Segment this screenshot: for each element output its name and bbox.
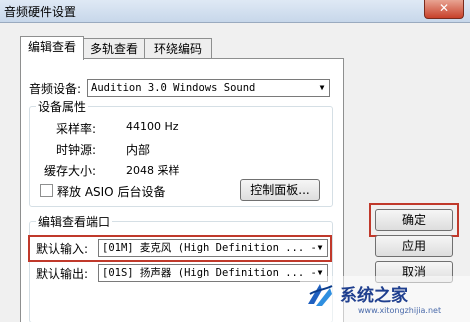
audio-device-select[interactable]: Audition 3.0 Windows Sound ▼ <box>87 79 330 97</box>
clock-source-label: 时钟源: <box>56 143 97 157</box>
control-panel-button-label: 控制面板... <box>250 183 310 197</box>
release-asio-checkbox[interactable] <box>40 184 53 197</box>
tab-page-edit-view: 音频设备: Audition 3.0 Windows Sound ▼ 设备属性 … <box>20 58 344 322</box>
watermark-url: www.xitongzhijia.net <box>358 306 442 315</box>
tab-surround-encoding[interactable]: 环绕编码 <box>144 38 212 59</box>
close-button[interactable]: ✕ <box>424 0 464 19</box>
apply-button-label: 应用 <box>401 239 426 253</box>
audio-device-label: 音频设备: <box>29 82 82 96</box>
site-watermark: 系统之家 www.xitongzhijia.net <box>300 276 470 322</box>
tab-label: 编辑查看 <box>27 40 76 54</box>
buffer-size-label: 缓存大小: <box>44 164 97 178</box>
control-panel-button[interactable]: 控制面板... <box>240 179 320 201</box>
ok-button-highlight <box>369 203 459 237</box>
clock-source-value: 内部 <box>126 143 151 157</box>
group-title: 设备属性 <box>36 98 89 115</box>
sample-rate-label: 采样率: <box>56 122 97 136</box>
watermark-text: 系统之家 <box>340 286 408 306</box>
tab-label: 多轨查看 <box>89 42 138 56</box>
tab-label: 环绕编码 <box>153 42 202 56</box>
audio-device-value: Audition 3.0 Windows Sound <box>91 82 256 94</box>
audio-hardware-settings-dialog: 音频硬件设置 ✕ 编辑查看 多轨查看 环绕编码 音频设备: Audition 3… <box>0 0 470 322</box>
buffer-size-value: 2048 采样 <box>126 164 180 177</box>
device-properties-group: 设备属性 采样率: 44100 Hz 时钟源: 内部 缓存大小: 2048 采样… <box>29 98 333 207</box>
default-output-label: 默认输出: <box>36 267 89 281</box>
tab-edit-view[interactable]: 编辑查看 <box>20 36 84 60</box>
title-bar: 音频硬件设置 ✕ <box>0 0 470 23</box>
tab-multitrack-view[interactable]: 多轨查看 <box>82 38 146 59</box>
close-icon: ✕ <box>438 1 450 15</box>
window-title: 音频硬件设置 <box>4 5 77 19</box>
default-output-select[interactable]: [01S] 扬声器 (High Definition ... - ▼ <box>98 264 328 282</box>
group-title: 编辑查看端口 <box>36 213 113 230</box>
watermark-logo-icon <box>308 284 333 306</box>
release-asio-label: 释放 ASIO 后台设备 <box>57 185 166 199</box>
default-input-highlight <box>28 235 332 262</box>
default-output-value: [01S] 扬声器 (High Definition ... - <box>102 267 317 279</box>
chevron-down-icon: ▼ <box>319 83 325 92</box>
apply-button[interactable]: 应用 <box>375 235 453 257</box>
sample-rate-value: 44100 Hz <box>126 120 179 133</box>
